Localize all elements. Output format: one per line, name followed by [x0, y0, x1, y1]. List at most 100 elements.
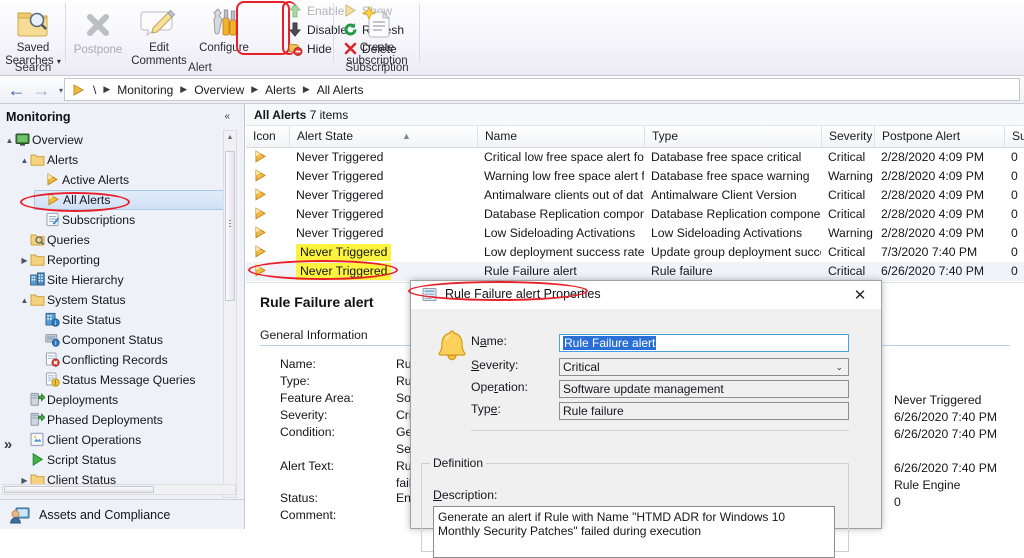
- edit-comments-button[interactable]: Edit Comments: [127, 2, 191, 67]
- chevron-down-icon[interactable]: ⌄: [835, 359, 843, 376]
- cell-postpone-alert: 2/28/2020 4:09 PM: [874, 205, 1004, 224]
- sidebar-scrollbar[interactable]: ▲ ▼: [223, 130, 237, 498]
- sidebar-item-label: Script Status: [47, 453, 116, 467]
- cell-alert-severity: Critical: [821, 205, 874, 224]
- sidebar-item-site-status[interactable]: iSite Status: [34, 310, 232, 330]
- breadcrumb-monitoring[interactable]: Monitoring: [114, 82, 176, 98]
- table-row[interactable]: Never TriggeredLow deployment success ra…: [246, 243, 1024, 262]
- column-header-icon[interactable]: Icon: [246, 126, 289, 148]
- sidebar-item-status-message-queries[interactable]: !Status Message Queries: [34, 370, 232, 390]
- name-input[interactable]: Rule Failure alert: [559, 334, 849, 352]
- sidebar-item-label: All Alerts: [63, 193, 110, 207]
- detail-label: Type:: [280, 374, 310, 388]
- cell-alert-name: Database Replication component...: [477, 205, 644, 224]
- detail-value: Se: [396, 442, 411, 456]
- cell-text: Database free space warning: [651, 169, 810, 183]
- hide-icon: [288, 41, 304, 57]
- cell-alert-name: Warning low free space alert for d...: [477, 167, 644, 186]
- hscrollbar-thumb[interactable]: [4, 486, 154, 493]
- column-header-postpone-alert[interactable]: Postpone Alert: [874, 126, 1004, 148]
- sidebar-item-conflicting-records[interactable]: Conflicting Records: [34, 350, 232, 370]
- table-row[interactable]: Never TriggeredWarning low free space al…: [246, 167, 1024, 186]
- sidebar-hscrollbar[interactable]: [2, 484, 236, 495]
- column-header-subs[interactable]: Subs: [1004, 126, 1024, 148]
- sidebar-item-component-status[interactable]: iComponent Status: [34, 330, 232, 350]
- sidebar-item-phased-deployments[interactable]: Phased Deployments: [19, 410, 232, 430]
- cell-alert-severity: Critical: [821, 186, 874, 205]
- tree-twisty-icon[interactable]: ▲: [19, 151, 30, 171]
- breadcrumb-root[interactable]: \: [90, 82, 99, 98]
- cell-alert-severity: Critical: [821, 243, 874, 262]
- table-row[interactable]: Never TriggeredDatabase Replication comp…: [246, 205, 1024, 224]
- table-row[interactable]: Never TriggeredCritical low free space a…: [246, 148, 1024, 167]
- hide-label: Hide: [307, 42, 332, 56]
- sidebar-item-label: Alerts: [47, 153, 78, 167]
- column-header-name[interactable]: Name: [477, 126, 644, 148]
- tree-twisty-icon[interactable]: ▶: [19, 251, 30, 271]
- sidebar-item-system-status[interactable]: ▲System Status: [19, 290, 232, 310]
- cell-text: Database Replication component...: [651, 207, 821, 221]
- breadcrumb-all-alerts[interactable]: All Alerts: [314, 82, 367, 98]
- workspace-label: Assets and Compliance: [39, 508, 170, 522]
- cell-alert-state: Never Triggered: [289, 262, 477, 281]
- scroll-up-icon[interactable]: ▲: [224, 131, 236, 144]
- cell-text: 7/3/2020 7:40 PM: [881, 245, 977, 259]
- cell-text: Warning low free space alert for d...: [484, 169, 644, 183]
- table-row[interactable]: Never TriggeredLow Sideloading Activatio…: [246, 224, 1024, 243]
- sidebar-item-site-hierarchy[interactable]: Site Hierarchy: [19, 270, 232, 290]
- close-icon[interactable]: ✕: [839, 281, 881, 309]
- cell-subscriptions-count: 0: [1004, 205, 1024, 224]
- cell-text: 0: [1011, 207, 1018, 221]
- back-button[interactable]: ←: [4, 79, 29, 102]
- cell-text: Low deployment success rate aler...: [484, 245, 644, 259]
- ribbon-group-alert: Postpone Edit Comments: [66, 0, 334, 76]
- sidebar-item-label: Overview: [32, 133, 83, 147]
- sidebar-item-queries[interactable]: Queries: [19, 230, 232, 250]
- alert-bell-icon: [246, 186, 289, 205]
- description-textarea[interactable]: Generate an alert if Rule with Name "HTM…: [433, 506, 835, 558]
- sidebar-item-deployments[interactable]: Deployments: [19, 390, 232, 410]
- sidebar-item-client-operations[interactable]: Client Operations: [19, 430, 232, 450]
- sidebar-item-label: Status Message Queries: [62, 373, 195, 387]
- column-header-severity[interactable]: Severity: [821, 126, 874, 148]
- column-header-type[interactable]: Type: [644, 126, 821, 148]
- saved-searches-button[interactable]: Saved Searches ▾: [1, 2, 65, 68]
- create-subscription-button[interactable]: Create subscription: [345, 2, 409, 67]
- rule-failure-alert-properties-dialog[interactable]: Rule Failure alert Properties ✕ Name:Rul…: [410, 280, 882, 529]
- severity-combobox[interactable]: Critical⌄: [559, 358, 849, 376]
- postpone-icon: [66, 8, 130, 42]
- tree-twisty-icon[interactable]: ▲: [4, 131, 15, 151]
- table-row[interactable]: Never TriggeredRule Failure alertRule fa…: [246, 262, 1024, 281]
- breadcrumb-alerts[interactable]: Alerts: [262, 82, 299, 98]
- hide-button[interactable]: Hide: [288, 41, 332, 60]
- postpone-button[interactable]: Postpone: [66, 4, 130, 57]
- table-row[interactable]: Never TriggeredAntimalware clients out o…: [246, 186, 1024, 205]
- configure-button[interactable]: Configure: [192, 2, 256, 55]
- tree-twisty-icon[interactable]: ▲: [19, 291, 30, 311]
- scrollbar-thumb[interactable]: [225, 151, 235, 301]
- breadcrumb[interactable]: \ ▶ Monitoring ▶ Overview ▶ Alerts ▶ All…: [64, 78, 1020, 101]
- sidebar-item-overview[interactable]: ▲ Overview: [4, 130, 232, 150]
- alert-bell-icon: [246, 167, 289, 186]
- cell-subscriptions-count: 0: [1004, 167, 1024, 186]
- cell-postpone-alert: 2/28/2020 4:09 PM: [874, 167, 1004, 186]
- sidebar-item-reporting[interactable]: ▶Reporting: [19, 250, 232, 270]
- sidebar-item-all-alerts[interactable]: All Alerts: [34, 190, 232, 210]
- sidebar-item-subscriptions[interactable]: Subscriptions: [34, 210, 232, 230]
- ribbon: Saved Searches ▾ Search Postpone: [0, 0, 1024, 76]
- cell-alert-name: Antimalware clients out of date: [477, 186, 644, 205]
- sidebar-item-script-status[interactable]: Script Status: [19, 450, 232, 470]
- detail-right-value: 6/26/2020 7:40 PM: [894, 461, 997, 475]
- sidebar-item-label: Client Operations: [47, 433, 141, 447]
- workspace-button-assets-and-compliance[interactable]: Assets and Compliance: [0, 499, 244, 529]
- sidebar-item-active-alerts[interactable]: Active Alerts: [34, 170, 232, 190]
- ribbon-group-search: Saved Searches ▾ Search: [0, 0, 66, 76]
- sidebar: Monitoring « ▲Overview▲AlertsActive Aler…: [0, 104, 245, 529]
- sidebar-item-alerts[interactable]: ▲ Alerts: [19, 150, 232, 170]
- breadcrumb-overview[interactable]: Overview: [191, 82, 247, 98]
- column-header-alert-state[interactable]: Alert State▲: [289, 126, 477, 148]
- collapse-pane-icon[interactable]: «: [224, 111, 230, 122]
- cell-text: 2/28/2020 4:09 PM: [881, 226, 984, 240]
- expand-pane-icon[interactable]: »: [0, 434, 16, 456]
- forward-button[interactable]: →: [29, 79, 54, 102]
